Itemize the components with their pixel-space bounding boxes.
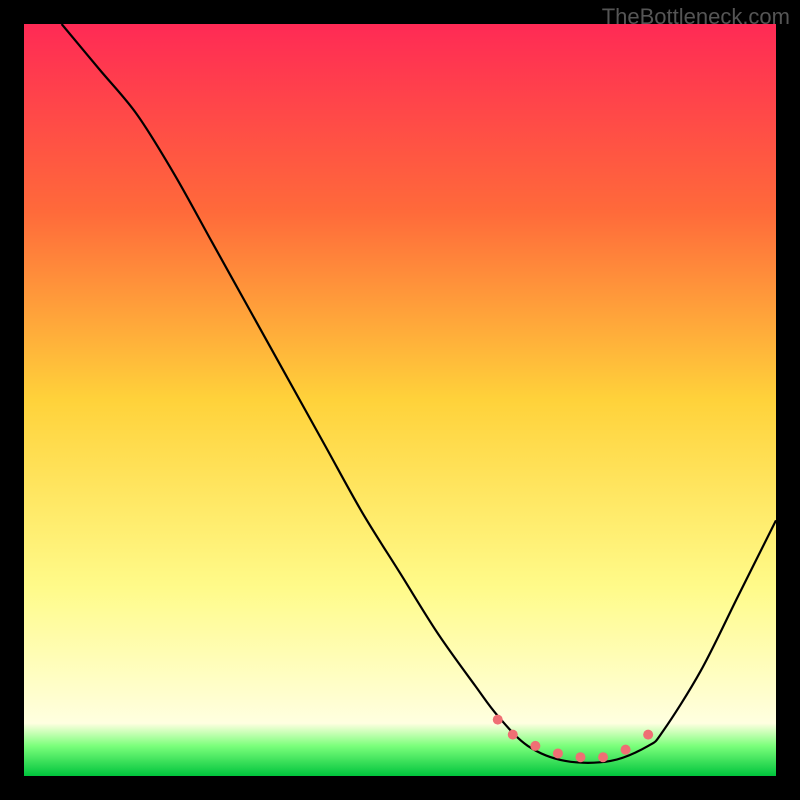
optimal-range-point: [643, 730, 653, 740]
optimal-range-point: [575, 752, 585, 762]
chart-plot-area: [24, 24, 776, 776]
optimal-range-point: [508, 730, 518, 740]
optimal-range-point: [598, 752, 608, 762]
optimal-range-point: [530, 741, 540, 751]
chart-background: [24, 24, 776, 776]
optimal-range-point: [621, 745, 631, 755]
optimal-range-point: [493, 715, 503, 725]
chart-svg: [24, 24, 776, 776]
watermark-text: TheBottleneck.com: [602, 4, 790, 30]
optimal-range-point: [553, 748, 563, 758]
